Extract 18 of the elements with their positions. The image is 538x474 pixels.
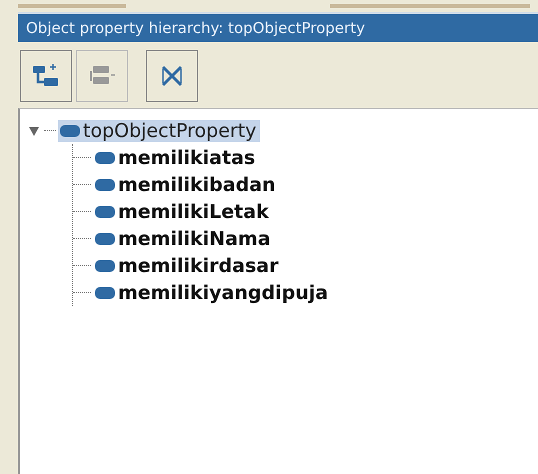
tree-item[interactable]: memilikiLetak xyxy=(93,200,273,222)
property-icon xyxy=(95,260,115,272)
property-icon xyxy=(95,206,115,218)
property-icon xyxy=(95,232,115,244)
property-icon xyxy=(95,178,115,190)
tree-item[interactable]: memilikirdasar xyxy=(93,254,282,276)
tree-item[interactable]: memilikibadan xyxy=(93,174,280,196)
tree-item[interactable]: memilikiyangdipuja xyxy=(93,282,332,304)
property-icon xyxy=(95,286,115,298)
property-icon xyxy=(60,124,80,136)
add-subproperty-button[interactable] xyxy=(20,50,72,102)
tree-item[interactable]: memilikiNama xyxy=(93,228,275,250)
tree-item[interactable]: topObjectProperty xyxy=(58,120,260,142)
tree-item[interactable]: memilikiatas xyxy=(93,146,260,168)
property-icon xyxy=(95,152,115,164)
panel-title: Object property hierarchy: topObjectProperty xyxy=(18,12,538,42)
expand-toggle-icon[interactable] xyxy=(28,124,42,136)
delete-button[interactable] xyxy=(146,50,198,102)
